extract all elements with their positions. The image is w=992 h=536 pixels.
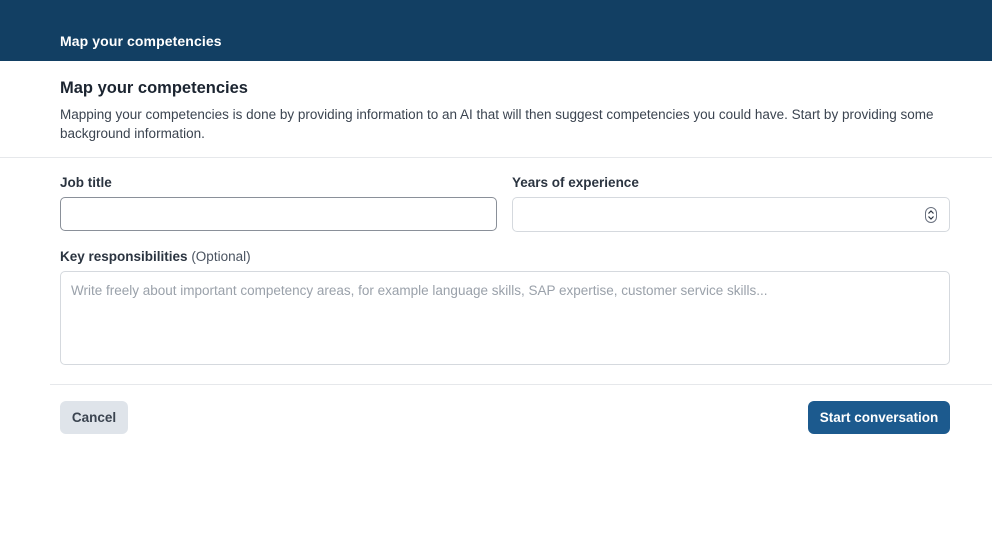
dialog-header: Map your competencies Mapping your compe…: [0, 61, 992, 158]
dialog-description: Mapping your competencies is done by pro…: [60, 107, 934, 141]
years-experience-input[interactable]: [512, 197, 950, 232]
key-responsibilities-placeholder: Write freely about important competency …: [71, 283, 768, 298]
footer-divider: [50, 384, 992, 385]
number-spinner-icon[interactable]: [925, 207, 937, 223]
optional-hint: (Optional): [191, 249, 251, 264]
start-conversation-button[interactable]: Start conversation: [808, 401, 950, 434]
key-responsibilities-textarea[interactable]: Write freely about important competency …: [60, 271, 950, 365]
spinner-arrows: [928, 210, 934, 220]
top-bar: Map your competencies: [0, 0, 992, 61]
key-responsibilities-label: Key responsibilities (Optional): [60, 249, 251, 264]
cancel-button[interactable]: Cancel: [60, 401, 128, 434]
years-experience-label: Years of experience: [512, 175, 639, 190]
key-responsibilities-label-text: Key responsibilities: [60, 249, 188, 264]
topbar-title: Map your competencies: [60, 33, 222, 49]
job-title-input[interactable]: [60, 197, 497, 231]
job-title-label: Job title: [60, 175, 112, 190]
dialog-title: Map your competencies: [60, 79, 248, 97]
